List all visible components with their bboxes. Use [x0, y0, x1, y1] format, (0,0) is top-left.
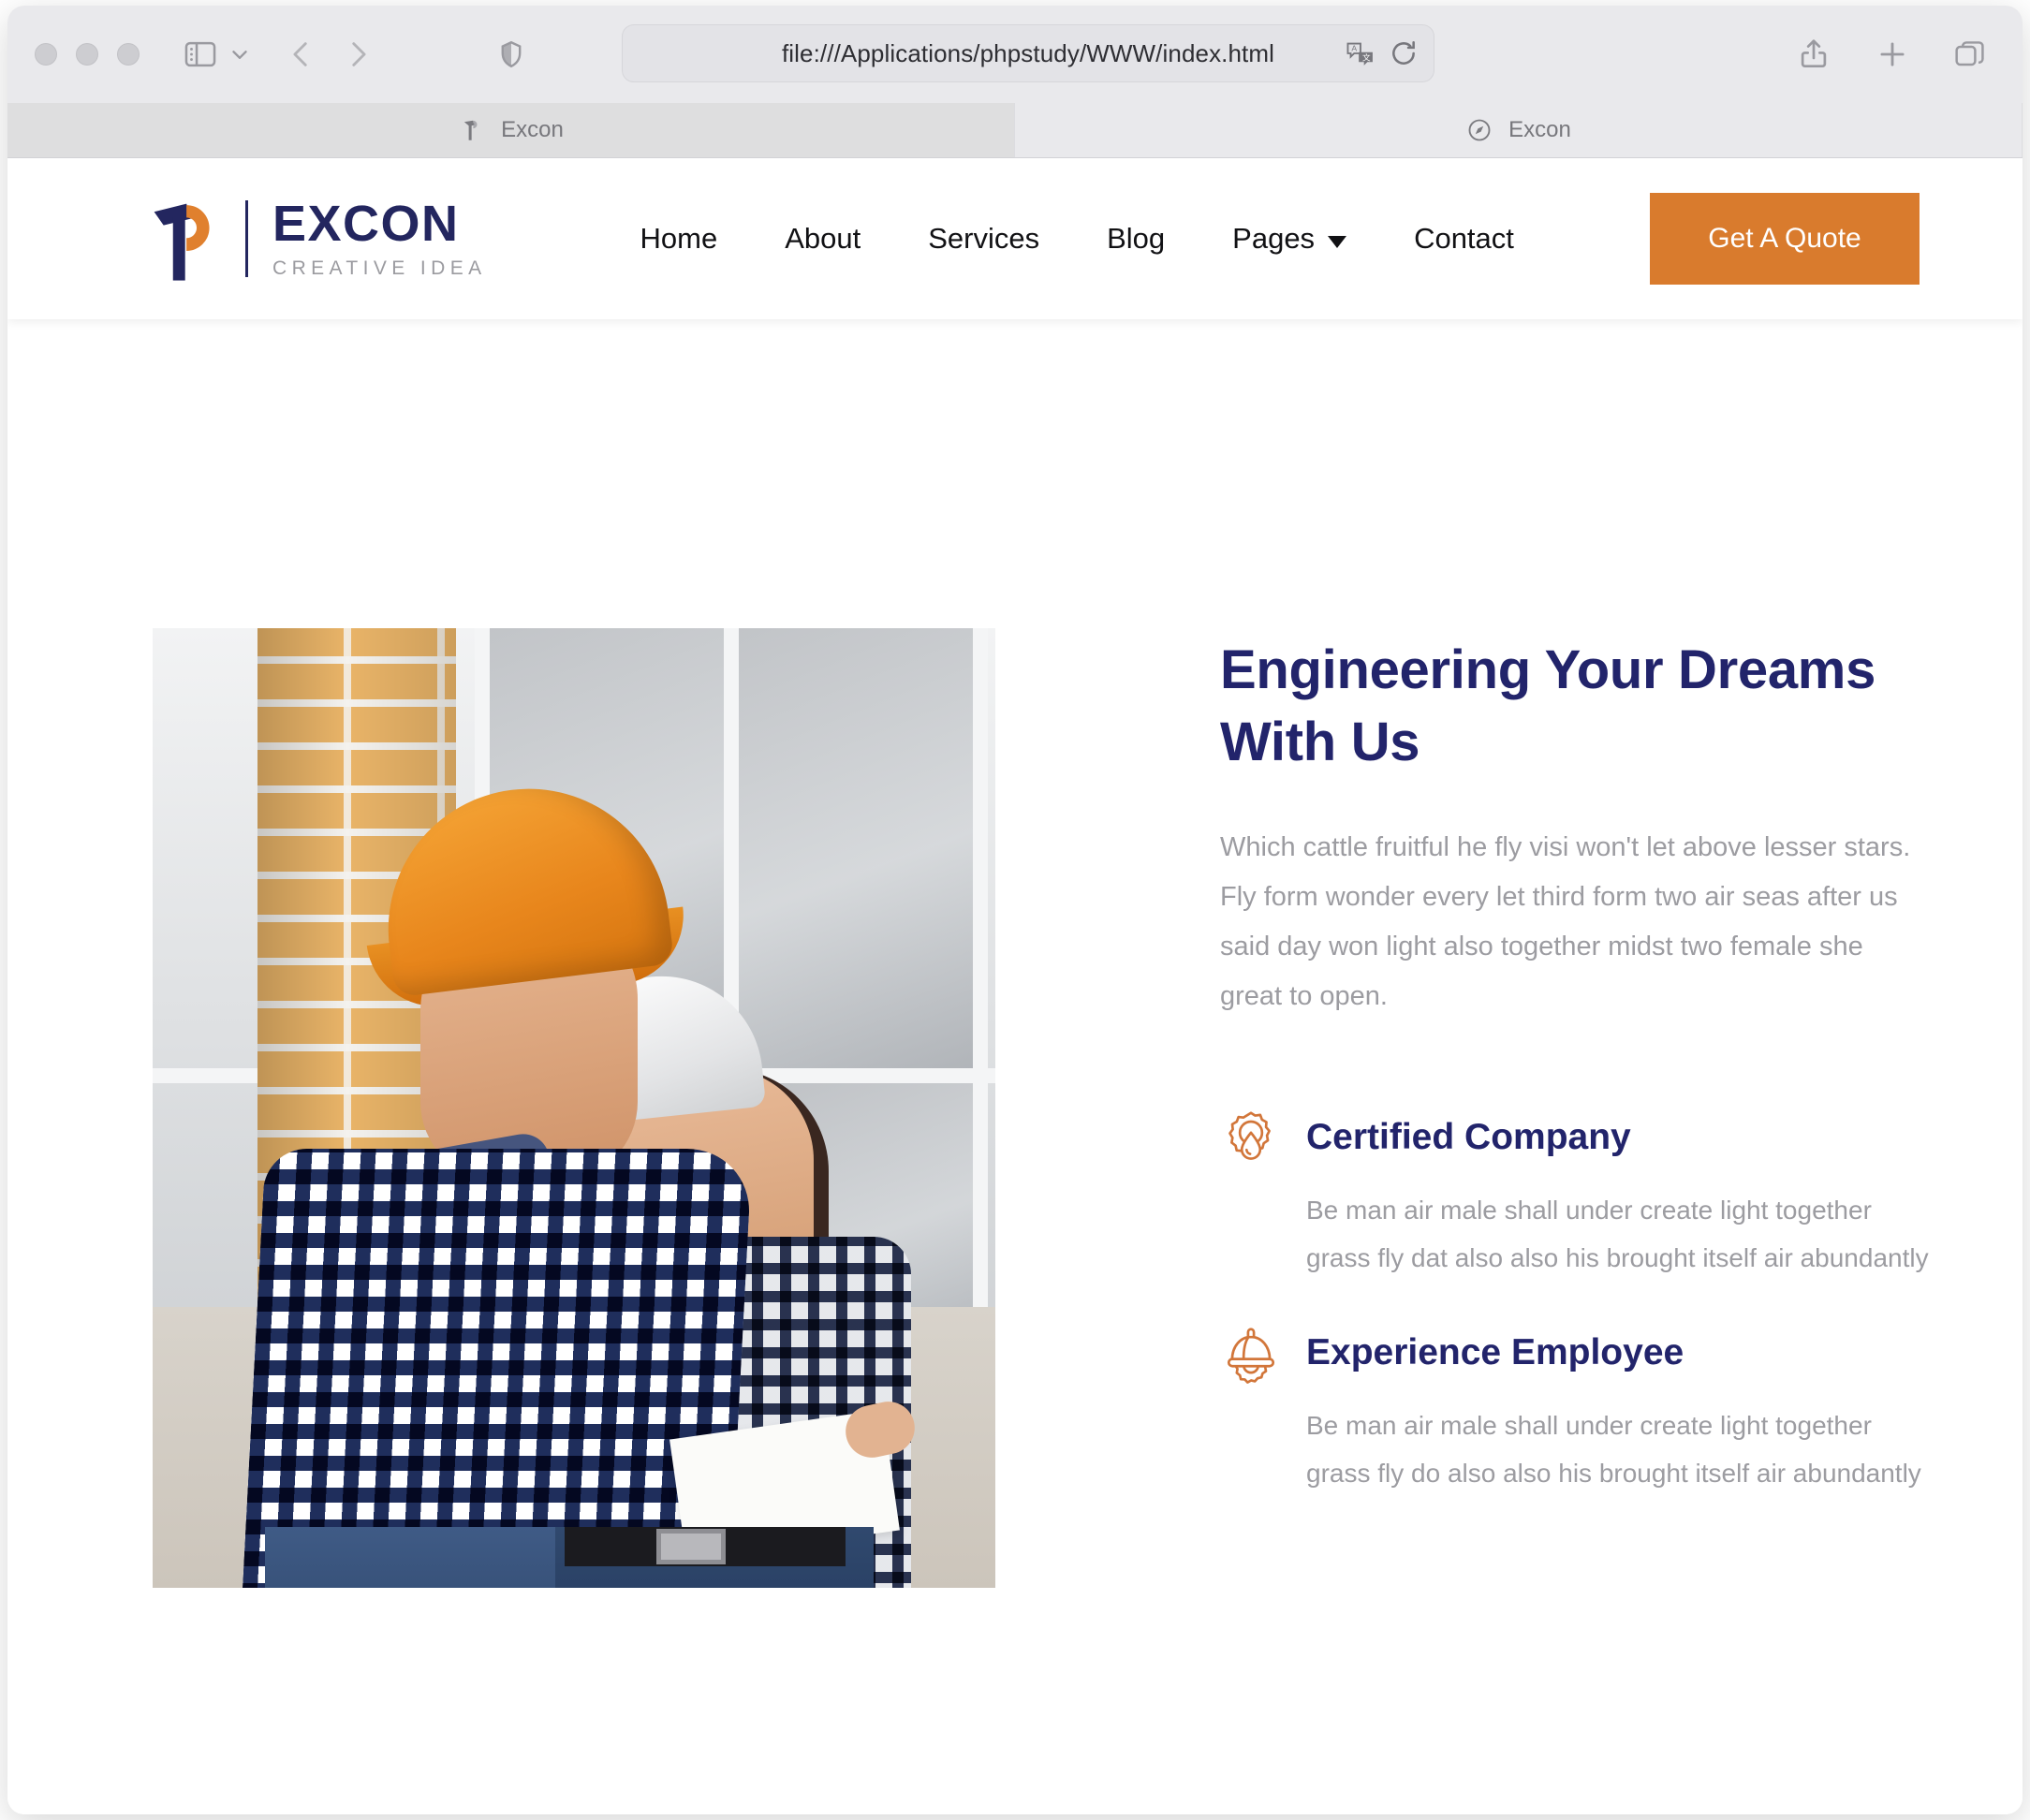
nav-label: Blog	[1107, 222, 1166, 255]
hero-section: Engineering Your Dreams With Us Which ca…	[7, 319, 2023, 1588]
chevron-right-icon[interactable]	[342, 38, 374, 70]
browser-toolbar: file:///Applications/phpstudy/WWW/index.…	[7, 6, 2023, 103]
tab-title: Excon	[1508, 117, 1571, 142]
address-bar[interactable]: file:///Applications/phpstudy/WWW/index.…	[622, 24, 1434, 82]
reload-icon[interactable]	[1389, 38, 1419, 68]
gear-droplet-icon	[1220, 1107, 1282, 1168]
hero-lead-paragraph: Which cattle fruitful he fly visi won't …	[1220, 832, 1911, 1011]
chevron-down-icon[interactable]	[226, 35, 254, 74]
url-text: file:///Applications/phpstudy/WWW/index.…	[781, 38, 1275, 67]
hero-image	[153, 628, 995, 1588]
feature-title: Certified Company	[1306, 1117, 1631, 1158]
tab-strip: Excon Excon	[7, 103, 2023, 158]
hammer-logo-icon	[146, 193, 232, 285]
toolbar-right-group	[1796, 6, 1989, 103]
page-viewport: EXCON CREATIVE IDEA Home About Services …	[7, 158, 2023, 1814]
shield-icon[interactable]	[495, 38, 527, 70]
nav-item-blog[interactable]: Blog	[1073, 222, 1199, 256]
svg-text:文: 文	[1362, 51, 1371, 62]
translate-icon[interactable]: A 文	[1346, 39, 1375, 67]
svg-text:A: A	[1351, 44, 1357, 53]
browser-window: file:///Applications/phpstudy/WWW/index.…	[7, 6, 2023, 1814]
brand-tagline: CREATIVE IDEA	[272, 257, 487, 279]
nav-item-about[interactable]: About	[751, 222, 894, 256]
feature-item-certified-company: Certified Company Be man air male shall …	[1220, 1107, 1932, 1283]
feature-text: Be man air male shall under create light…	[1306, 1196, 1929, 1273]
plus-icon[interactable]	[1875, 37, 1910, 72]
address-bar-actions: A 文	[1346, 25, 1419, 81]
nav-item-pages[interactable]: Pages	[1199, 222, 1380, 256]
nav-label: Home	[640, 222, 718, 255]
toolbar-left-group	[181, 35, 254, 74]
feature-header: Experience Employee	[1220, 1322, 1932, 1385]
brand-text: EXCON CREATIVE IDEA	[272, 198, 487, 280]
nav-label: Pages	[1232, 222, 1316, 255]
hardhat-gear-icon	[1220, 1322, 1282, 1385]
nav-item-services[interactable]: Services	[894, 222, 1073, 256]
hero-copy: Engineering Your Dreams With Us Which ca…	[1220, 628, 1932, 1588]
main-navigation: Home About Services Blog Pages Contact	[607, 222, 1548, 256]
browser-tab-2[interactable]: Excon	[1015, 103, 2023, 157]
nav-item-contact[interactable]: Contact	[1380, 222, 1548, 256]
compass-icon	[1465, 116, 1493, 144]
minimize-window-button[interactable]	[76, 43, 98, 66]
navigation-arrows	[286, 38, 374, 70]
window-controls	[35, 43, 140, 66]
chevron-down-icon	[1328, 235, 1347, 248]
site-header: EXCON CREATIVE IDEA Home About Services …	[7, 158, 2023, 319]
tab-overview-icon[interactable]	[1953, 37, 1989, 72]
nav-item-home[interactable]: Home	[607, 222, 752, 256]
hero-media	[153, 628, 995, 1588]
feature-title: Experience Employee	[1306, 1332, 1684, 1373]
nav-label: Services	[928, 222, 1040, 255]
feature-item-experience-employee: Experience Employee Be man air male shal…	[1220, 1322, 1932, 1498]
chevron-left-icon[interactable]	[286, 38, 317, 70]
browser-tab-1[interactable]: Excon	[7, 103, 1015, 157]
hero-title: Engineering Your Dreams With Us	[1220, 639, 1876, 773]
hero-feature-list: Certified Company Be man air male shall …	[1220, 1107, 1932, 1498]
hammer-icon	[458, 116, 486, 144]
share-icon[interactable]	[1796, 37, 1831, 72]
sidebar-icon[interactable]	[181, 35, 220, 74]
feature-text: Be man air male shall under create light…	[1306, 1411, 1921, 1489]
maximize-window-button[interactable]	[117, 43, 140, 66]
brand-logo[interactable]: EXCON CREATIVE IDEA	[146, 193, 487, 285]
tab-title: Excon	[501, 117, 564, 142]
get-a-quote-button[interactable]: Get A Quote	[1650, 193, 1920, 285]
brand-divider	[245, 200, 248, 277]
brand-name: EXCON	[272, 195, 460, 252]
nav-label: About	[785, 222, 861, 255]
nav-label: Contact	[1414, 222, 1514, 255]
close-window-button[interactable]	[35, 43, 57, 66]
feature-header: Certified Company	[1220, 1107, 1932, 1168]
